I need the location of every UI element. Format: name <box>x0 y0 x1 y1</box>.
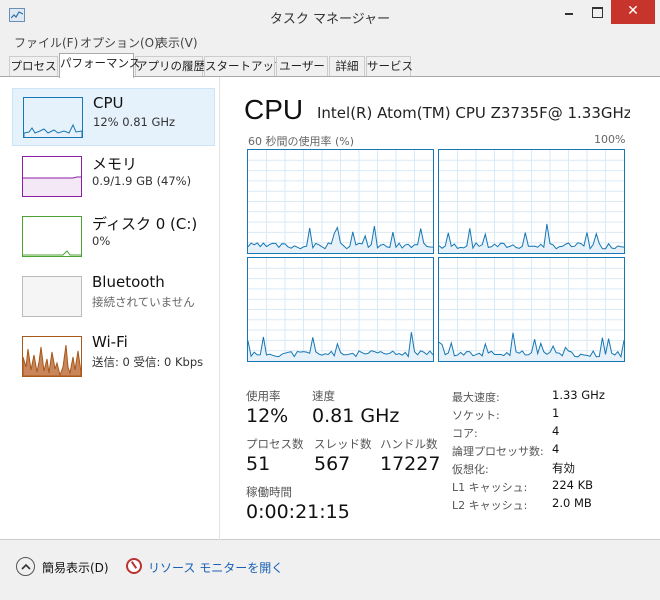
cpu-core-graph-2 <box>438 149 625 254</box>
sidebar-title: Wi-Fi <box>92 333 128 351</box>
tab-users[interactable]: ユーザー <box>276 56 328 77</box>
performance-panel: CPU 12% 0.81 GHz メモリ 0.9/1.9 GB (47%) ディ… <box>0 77 660 540</box>
chevron-up-icon[interactable] <box>16 557 35 576</box>
cpu-model: Intel(R) Atom(TM) CPU Z3735F@ 1.33GHz <box>317 104 630 122</box>
utilization-value: 12% <box>246 405 289 427</box>
sidebar-subtitle: 送信: 0 受信: 0 Kbps <box>92 355 204 369</box>
max-speed-value: 1.33 GHz <box>552 388 605 402</box>
menu-options[interactable]: オプション(O) <box>80 34 159 51</box>
footer-bar: 簡易表示(D) リソース モニターを開く <box>0 541 660 600</box>
cpu-thumbnail <box>23 97 83 138</box>
speed-label: 速度 <box>312 389 335 403</box>
close-button[interactable]: ✕ <box>611 0 655 24</box>
sidebar-item-memory[interactable]: メモリ 0.9/1.9 GB (47%) <box>12 148 215 206</box>
max-speed-label: 最大速度: <box>452 391 500 404</box>
cpu-core-graph-2-plot <box>439 150 624 253</box>
threads-label: スレッド数 <box>314 437 372 451</box>
cpu-core-graph-1 <box>247 149 434 254</box>
maximize-icon[interactable] <box>583 0 610 24</box>
l1-cache-label: L1 キャッシュ: <box>452 481 528 494</box>
menu-file[interactable]: ファイル(F) <box>14 34 78 51</box>
graph-caption: 60 秒間の使用率 (%) <box>248 135 355 148</box>
tab-app-history[interactable]: アプリの履歴 <box>135 56 205 77</box>
sidebar-title: CPU <box>93 94 124 112</box>
handles-value: 17227 <box>380 453 441 475</box>
cores-label: コア: <box>452 427 478 440</box>
logical-processors-label: 論理プロセッサ数: <box>452 445 544 458</box>
utilization-label: 使用率 <box>246 389 281 403</box>
tab-details[interactable]: 詳細 <box>329 56 365 77</box>
processes-value: 51 <box>246 453 271 475</box>
sidebar-item-wifi[interactable]: Wi-Fi 送信: 0 受信: 0 Kbps <box>12 328 215 386</box>
threads-value: 567 <box>314 453 351 475</box>
sidebar-subtitle: 接続されていません <box>92 295 195 309</box>
logical-processors-value: 4 <box>552 442 560 456</box>
close-icon: ✕ <box>627 3 639 19</box>
title-bar: タスク マネージャー ✕ <box>0 0 660 31</box>
cpu-core-graph-4 <box>438 257 625 362</box>
tab-services[interactable]: サービス <box>366 56 413 77</box>
sockets-label: ソケット: <box>452 409 500 422</box>
cpu-core-graph-4-plot <box>439 258 624 361</box>
page-title: CPU <box>244 94 304 125</box>
sidebar-title: ディスク 0 (C:) <box>92 215 198 233</box>
tab-processes[interactable]: プロセス <box>9 56 58 77</box>
uptime-value: 0:00:21:15 <box>246 501 350 523</box>
virtualization-label: 仮想化: <box>452 463 489 476</box>
tab-performance[interactable]: パフォーマンス <box>59 53 140 78</box>
menu-view[interactable]: 表示(V) <box>156 34 198 51</box>
cpu-core-graph-3 <box>247 257 434 362</box>
l2-cache-value: 2.0 MB <box>552 496 592 510</box>
uptime-label: 稼働時間 <box>246 485 292 499</box>
speed-value: 0.81 GHz <box>312 405 400 427</box>
sidebar-subtitle: 0% <box>92 234 111 248</box>
l1-cache-value: 224 KB <box>552 478 594 492</box>
sidebar-item-bluetooth[interactable]: Bluetooth 接続されていません <box>12 268 215 326</box>
minimize-icon[interactable] <box>556 0 582 24</box>
disk-thumbnail <box>22 216 82 257</box>
cpu-core-graph-1-plot <box>248 150 433 253</box>
handles-label: ハンドル数 <box>380 437 438 451</box>
menu-bar: ファイル(F) オプション(O) 表示(V) <box>0 31 660 53</box>
sidebar-item-cpu[interactable]: CPU 12% 0.81 GHz <box>12 88 215 146</box>
sidebar-title: Bluetooth <box>92 273 165 291</box>
sockets-value: 1 <box>552 406 560 420</box>
panel-divider <box>219 77 220 540</box>
resource-monitor-link[interactable]: リソース モニターを開く <box>148 559 283 576</box>
memory-thumbnail <box>22 156 82 197</box>
wifi-thumbnail <box>22 336 82 377</box>
tab-startup[interactable]: スタートアップ <box>204 56 286 77</box>
sidebar-item-disk[interactable]: ディスク 0 (C:) 0% <box>12 208 215 266</box>
processes-label: プロセス数 <box>246 437 304 451</box>
sidebar-title: メモリ <box>92 155 138 173</box>
l2-cache-label: L2 キャッシュ: <box>452 499 528 512</box>
bluetooth-thumbnail <box>22 276 82 317</box>
sidebar-subtitle: 0.9/1.9 GB (47%) <box>92 174 192 188</box>
cores-value: 4 <box>552 424 560 438</box>
cpu-core-graph-3-plot <box>248 258 433 361</box>
tab-strip: プロセス パフォーマンス アプリの履歴 スタートアップ ユーザー 詳細 サービス <box>0 53 660 78</box>
graph-max-label: 100% <box>594 133 626 146</box>
virtualization-value: 有効 <box>552 461 575 475</box>
fewer-details-button[interactable]: 簡易表示(D) <box>42 559 109 576</box>
resource-monitor-icon <box>126 558 142 574</box>
sidebar-subtitle: 12% 0.81 GHz <box>93 115 176 129</box>
